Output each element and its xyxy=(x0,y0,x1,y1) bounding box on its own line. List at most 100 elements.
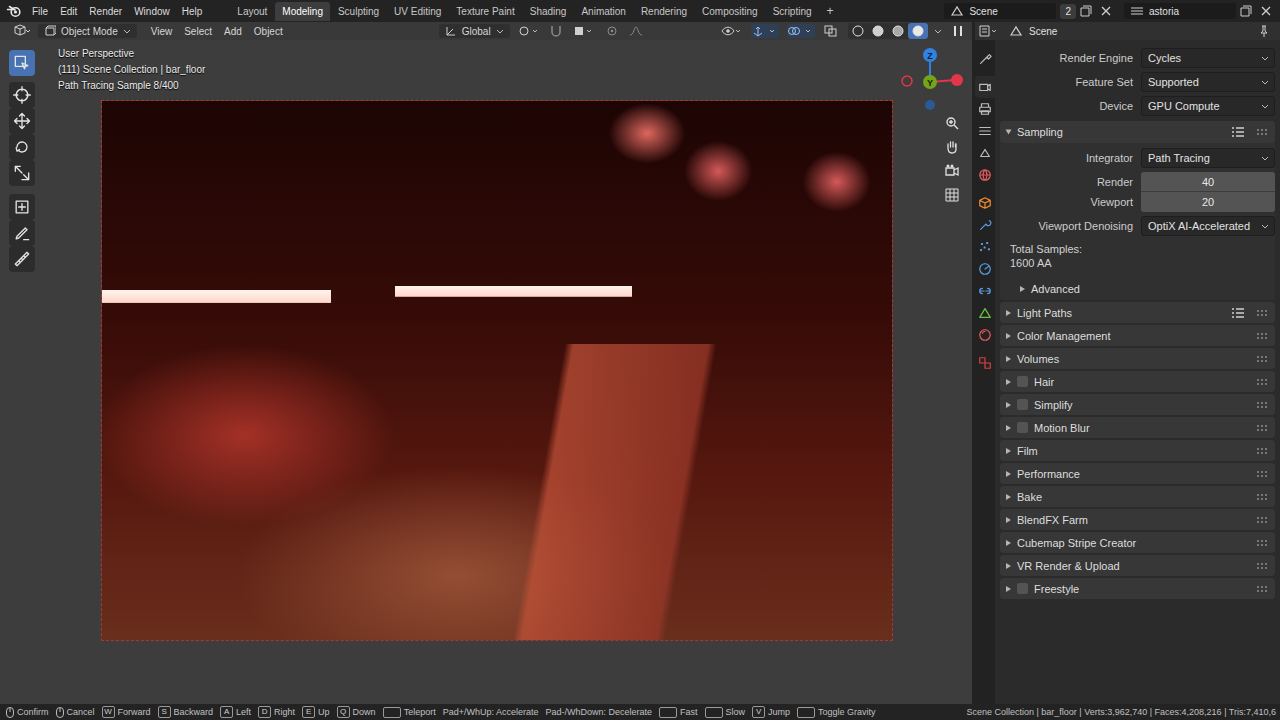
drag-grip-icon[interactable] xyxy=(1257,402,1269,408)
menu-item[interactable]: File xyxy=(26,3,54,20)
properties-tab[interactable] xyxy=(975,214,995,236)
tool-button[interactable] xyxy=(9,50,35,76)
panel-header[interactable]: Sampling xyxy=(1000,121,1275,143)
workspace-tab[interactable]: Sculpting xyxy=(331,2,386,21)
menu-item[interactable]: Render xyxy=(83,3,128,20)
properties-tab[interactable] xyxy=(975,258,995,280)
panel-header[interactable]: Cubemap Stripe Creator xyxy=(1000,532,1275,553)
perspective-toggle-button[interactable] xyxy=(940,183,964,207)
drag-grip-icon[interactable] xyxy=(1257,379,1269,385)
drag-grip-icon[interactable] xyxy=(1257,517,1269,523)
add-workspace-button[interactable]: + xyxy=(820,2,841,20)
panel-checkbox[interactable] xyxy=(1017,422,1028,433)
drag-grip-icon[interactable] xyxy=(1257,471,1269,477)
panel-header[interactable]: Performance xyxy=(1000,463,1275,484)
properties-editor-icon[interactable] xyxy=(978,24,1000,38)
shading-mode-button[interactable] xyxy=(908,23,928,39)
menu-item[interactable]: Edit xyxy=(54,3,83,20)
workspace-tab[interactable]: Layout xyxy=(230,2,274,21)
properties-tab[interactable] xyxy=(975,280,995,302)
panel-header[interactable]: Volumes xyxy=(1000,348,1275,369)
property-dropdown[interactable]: Path Tracing xyxy=(1141,148,1275,168)
drag-grip-icon[interactable] xyxy=(1257,540,1269,546)
panel-header[interactable]: Motion Blur xyxy=(1000,417,1275,438)
snap-icon[interactable] xyxy=(549,24,563,38)
panel-header[interactable]: Simplify xyxy=(1000,394,1275,415)
pivot-icon[interactable] xyxy=(517,24,539,38)
snap-target-icon[interactable] xyxy=(573,24,595,38)
properties-tab[interactable] xyxy=(975,302,995,324)
close-icon[interactable] xyxy=(1099,4,1113,18)
workspace-tab[interactable]: Texture Paint xyxy=(449,2,521,21)
property-dropdown[interactable]: OptiX AI-Accelerated xyxy=(1141,216,1275,236)
workspace-tab[interactable]: UV Editing xyxy=(387,2,448,21)
drag-grip-icon[interactable] xyxy=(1257,356,1269,362)
workspace-tab[interactable]: Animation xyxy=(574,2,632,21)
drag-grip-icon[interactable] xyxy=(1257,448,1269,454)
tool-button[interactable] xyxy=(9,108,35,134)
duplicate-icon[interactable] xyxy=(1079,4,1093,18)
property-dropdown[interactable]: Cycles xyxy=(1141,48,1275,68)
presets-list-icon[interactable] xyxy=(1231,307,1245,319)
properties-tab[interactable] xyxy=(975,98,995,120)
shading-mode-button[interactable] xyxy=(888,23,908,39)
editor-type-icon[interactable] xyxy=(13,24,31,38)
tool-button[interactable] xyxy=(9,220,35,246)
tool-button[interactable] xyxy=(9,134,35,160)
properties-tab[interactable] xyxy=(975,352,995,374)
falloff-icon[interactable] xyxy=(629,24,643,38)
panel-header[interactable]: Freestyle xyxy=(1000,578,1275,599)
drag-grip-icon[interactable] xyxy=(1257,563,1269,569)
properties-tab[interactable] xyxy=(975,76,995,98)
property-number-field[interactable]: 20 xyxy=(1141,192,1275,212)
object-mode-dropdown[interactable]: Object Mode xyxy=(38,24,137,38)
panel-header[interactable]: Film xyxy=(1000,440,1275,461)
tool-button[interactable] xyxy=(9,82,35,108)
xray-icon[interactable] xyxy=(823,24,839,38)
proportional-edit-icon[interactable] xyxy=(605,24,619,38)
property-dropdown[interactable]: GPU Compute xyxy=(1141,96,1275,116)
viewport-canvas[interactable]: ZYUser Perspective(111) Scene Collection… xyxy=(0,40,972,704)
shading-mode-button[interactable] xyxy=(868,23,888,39)
camera-view-button[interactable] xyxy=(940,159,964,183)
workspace-tab[interactable]: Shading xyxy=(523,2,574,21)
panel-header[interactable]: Hair xyxy=(1000,371,1275,392)
menu-item[interactable]: Help xyxy=(176,3,209,20)
drag-grip-icon[interactable] xyxy=(1257,586,1269,592)
viewport-menu-item[interactable]: Select xyxy=(178,25,218,38)
tool-button[interactable] xyxy=(9,246,35,272)
panel-checkbox[interactable] xyxy=(1017,583,1028,594)
workspace-tab[interactable]: Compositing xyxy=(695,2,765,21)
panel-header[interactable]: Light Paths xyxy=(1000,302,1275,323)
drag-grip-icon[interactable] xyxy=(1257,333,1269,339)
orientation-dropdown[interactable]: Global xyxy=(439,24,510,38)
scene-selector[interactable]: Scene xyxy=(944,3,1056,19)
properties-tab[interactable] xyxy=(975,142,995,164)
panel-header[interactable]: BlendFX Farm xyxy=(1000,509,1275,530)
panel-header[interactable]: Bake xyxy=(1000,486,1275,507)
properties-tab[interactable] xyxy=(975,236,995,258)
shading-mode-button[interactable] xyxy=(848,23,868,39)
panel-header[interactable]: Color Management xyxy=(1000,325,1275,346)
pause-render-icon[interactable] xyxy=(951,24,965,38)
drag-grip-icon[interactable] xyxy=(1257,494,1269,500)
properties-tab[interactable] xyxy=(975,120,995,142)
panel-checkbox[interactable] xyxy=(1017,399,1028,410)
workspace-tab[interactable]: Rendering xyxy=(634,2,694,21)
scene-users-count[interactable]: 2 xyxy=(1060,4,1076,19)
drag-grip-icon[interactable] xyxy=(1257,310,1269,316)
zoom-button[interactable] xyxy=(940,111,964,135)
panel-checkbox[interactable] xyxy=(1017,376,1028,387)
properties-tab[interactable] xyxy=(975,164,995,186)
close-icon[interactable] xyxy=(1259,4,1273,18)
properties-tab[interactable] xyxy=(975,324,995,346)
duplicate-icon[interactable] xyxy=(1239,4,1253,18)
advanced-subpanel-header[interactable]: Advanced xyxy=(1000,278,1275,300)
shading-options-icon[interactable] xyxy=(933,24,943,38)
presets-list-icon[interactable] xyxy=(1231,126,1245,138)
pin-icon[interactable] xyxy=(1257,24,1271,38)
viewport-menu-item[interactable]: Add xyxy=(218,25,248,38)
tool-button[interactable] xyxy=(9,194,35,220)
properties-tab[interactable] xyxy=(975,192,995,214)
drag-grip-icon[interactable] xyxy=(1257,129,1269,135)
